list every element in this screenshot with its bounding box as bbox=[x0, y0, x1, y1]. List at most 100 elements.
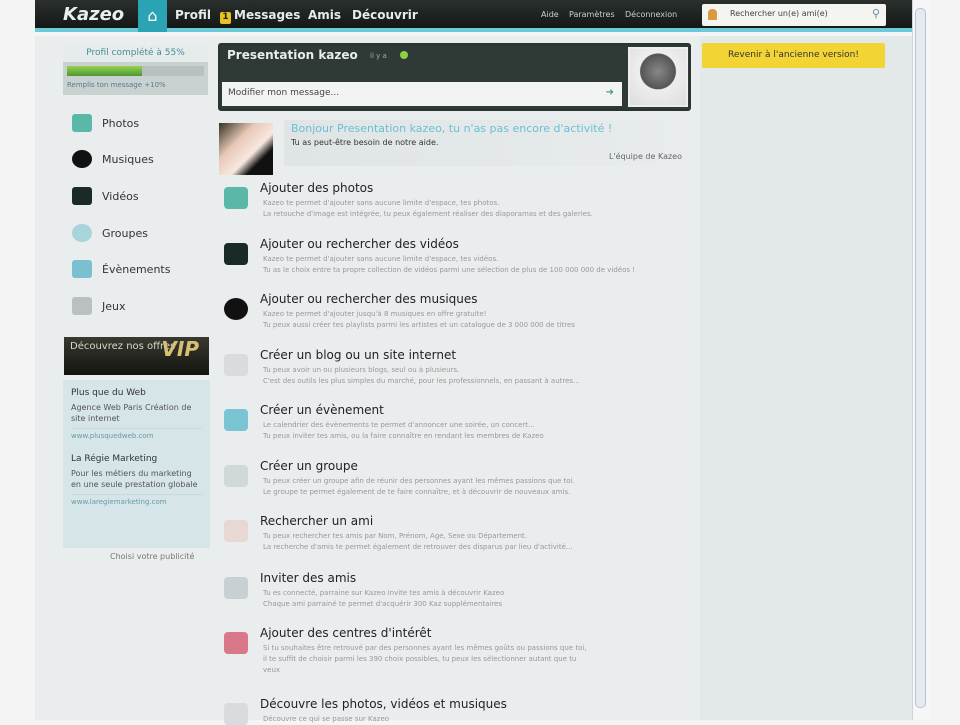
ad-url[interactable]: www.laregiemarketing.com bbox=[71, 494, 202, 506]
description-line: Kazeo te permet d'ajouter sans aucune li… bbox=[263, 199, 500, 207]
ads-footer-link[interactable]: Choisi votre publicité bbox=[110, 552, 194, 561]
description-line: La retouche d'image est intégrée, tu peu… bbox=[263, 210, 593, 218]
action-title[interactable]: Créer un évènement bbox=[260, 403, 384, 417]
sidebar-label: Groupes bbox=[102, 226, 148, 240]
discover-icon bbox=[224, 703, 248, 725]
welcome-image bbox=[219, 123, 273, 175]
sidebar-label: Vidéos bbox=[102, 189, 139, 203]
description-line: Tu peux inviter tes amis, ou la faire co… bbox=[263, 432, 544, 440]
sidebar-item-musiques[interactable]: Musiques bbox=[72, 150, 154, 168]
sidebar-item-evenements[interactable]: Évènements bbox=[72, 260, 170, 278]
sidebar-label: Jeux bbox=[102, 299, 126, 313]
action-description: Tu peux avoir un ou plusieurs blogs, seu… bbox=[263, 365, 688, 387]
message-count-badge: 1 bbox=[220, 12, 231, 24]
description-line: Chaque ami parrainé te permet d'acquérir… bbox=[263, 600, 503, 608]
action-title[interactable]: Ajouter des photos bbox=[260, 181, 373, 195]
action-description: Kazeo te permet d'ajouter sans aucune li… bbox=[263, 198, 688, 220]
ad-title[interactable]: La Régie Marketing bbox=[71, 454, 202, 464]
action-title[interactable]: Créer un blog ou un site internet bbox=[260, 348, 456, 362]
invite-icon bbox=[224, 577, 248, 599]
ad-url[interactable]: www.plusquedweb.com bbox=[71, 428, 202, 440]
photos-icon bbox=[72, 114, 92, 132]
action-title[interactable]: Créer un groupe bbox=[260, 459, 358, 473]
nav-amis[interactable]: Amis bbox=[308, 8, 341, 22]
ad-title[interactable]: Plus que du Web bbox=[71, 388, 202, 398]
description-line: Le groupe te permet également de te fair… bbox=[263, 488, 571, 496]
nav-profil[interactable]: Profil bbox=[175, 8, 211, 22]
description-line: La recherche d'amis te permet également … bbox=[263, 543, 573, 551]
user-icon bbox=[708, 9, 717, 20]
search-friend-icon bbox=[224, 520, 248, 542]
action-description: Tu peux rechercher tes amis par Nom, Pré… bbox=[263, 531, 688, 553]
nav-decouvrir[interactable]: Découvrir bbox=[352, 8, 418, 22]
offer-label: Découvrez nos offres bbox=[70, 341, 176, 352]
action-description: Si tu souhaites être retrouvé par des pe… bbox=[263, 643, 688, 676]
home-icon[interactable]: ⌂ bbox=[138, 0, 167, 32]
nav-messages-label: Messages bbox=[234, 8, 301, 22]
action-description: Le calendrier des évènements te permet d… bbox=[263, 420, 688, 442]
sidebar-label: Photos bbox=[102, 116, 140, 130]
sidebar-item-photos[interactable]: Photos bbox=[72, 114, 139, 132]
avatar[interactable] bbox=[628, 47, 688, 107]
sidebar-label: Musiques bbox=[102, 152, 154, 166]
search-icon[interactable]: ⚲ bbox=[872, 7, 880, 20]
heart-icon bbox=[224, 632, 248, 654]
ad-text: Pour les métiers du marketing en une seu… bbox=[71, 469, 198, 489]
description-line: Tu peux aussi créer tes playlists parmi … bbox=[263, 321, 575, 329]
photo-icon bbox=[224, 187, 248, 209]
submit-arrow-icon[interactable]: ➜ bbox=[606, 87, 614, 98]
online-indicator bbox=[400, 51, 408, 59]
profile-progress-fill bbox=[67, 66, 143, 76]
link-deconnexion[interactable]: Déconnexion bbox=[625, 10, 677, 19]
action-title[interactable]: Ajouter ou rechercher des musiques bbox=[260, 292, 478, 306]
status-message-input[interactable]: Modifier mon message... ➜ bbox=[222, 82, 622, 106]
welcome-title: Bonjour Presentation kazeo, tu n'as pas … bbox=[291, 122, 613, 135]
description-line: Tu as le choix entre ta propre collectio… bbox=[263, 266, 636, 274]
vip-offer-banner[interactable]: Découvrez nos offres VIP bbox=[64, 337, 209, 375]
description-line: Kazeo te permet d'ajouter sans aucune li… bbox=[263, 255, 499, 263]
welcome-subtitle: Tu as peut-être besoin de notre aide. bbox=[291, 138, 439, 147]
profile-completion[interactable]: Profil complété à 55% Remplis ton messag… bbox=[63, 45, 208, 95]
status-placeholder: Modifier mon message... bbox=[228, 88, 340, 98]
group-icon bbox=[224, 465, 248, 487]
link-aide[interactable]: Aide bbox=[541, 10, 559, 19]
action-description: Tu es connecté, parraine sur Kazeo invit… bbox=[263, 588, 688, 610]
search-input[interactable]: Rechercher un(e) ami(e) ⚲ bbox=[702, 4, 886, 26]
link-parametres[interactable]: Paramètres bbox=[569, 10, 615, 19]
sidebar-item-videos[interactable]: Vidéos bbox=[72, 187, 139, 205]
status-meta: il y a bbox=[370, 52, 387, 60]
old-version-button[interactable]: Revenir à l'ancienne version! bbox=[702, 43, 885, 68]
welcome-signature: L'équipe de Kazeo bbox=[608, 152, 682, 161]
sidebar-item-jeux[interactable]: Jeux bbox=[72, 297, 126, 315]
music-icon bbox=[72, 150, 92, 168]
welcome-box: Bonjour Presentation kazeo, tu n'as pas … bbox=[218, 120, 690, 175]
profile-bonus-text: Remplis ton message +10% bbox=[67, 81, 166, 89]
profile-progress-bar bbox=[67, 66, 204, 76]
event-icon bbox=[224, 409, 248, 431]
games-icon bbox=[72, 297, 92, 315]
user-name[interactable]: Presentation kazeo bbox=[227, 48, 358, 62]
scrollbar-thumb[interactable] bbox=[915, 8, 926, 708]
description-line: Tu es connecté, parraine sur Kazeo invit… bbox=[263, 589, 505, 597]
ads-box: Plus que du Web Agence Web Paris Créatio… bbox=[63, 380, 210, 548]
nav-messages[interactable]: 1 Messages bbox=[220, 8, 300, 24]
top-navigation-bar: Kazeo ⌂ Profil 1 Messages Amis Découvrir … bbox=[35, 0, 912, 32]
action-title[interactable]: Ajouter des centres d'intérêt bbox=[260, 626, 432, 640]
action-title[interactable]: Ajouter ou rechercher des vidéos bbox=[260, 237, 459, 251]
description-line: Si tu souhaites être retrouvé par des pe… bbox=[263, 644, 587, 652]
video-icon bbox=[224, 243, 248, 265]
action-title[interactable]: Découvre les photos, vidéos et musiques bbox=[260, 697, 507, 711]
description-line: veux bbox=[263, 666, 281, 674]
music-icon bbox=[224, 298, 248, 320]
action-title[interactable]: Inviter des amis bbox=[260, 571, 356, 585]
action-description: Kazeo te permet d'ajouter sans aucune li… bbox=[263, 254, 688, 276]
kazeo-logo[interactable]: Kazeo bbox=[63, 4, 124, 25]
right-column bbox=[700, 36, 912, 720]
profile-completion-label: Profil complété à 55% bbox=[63, 45, 208, 62]
action-description: Kazeo te permet d'ajouter jusqu'à 8 musi… bbox=[263, 309, 688, 331]
description-line: Tu peux créer un groupe afin de réunir d… bbox=[263, 477, 575, 485]
ad-text: Agence Web Paris Création de site intern… bbox=[71, 403, 192, 423]
sidebar-item-groupes[interactable]: Groupes bbox=[72, 224, 148, 242]
action-title[interactable]: Rechercher un ami bbox=[260, 514, 373, 528]
video-icon bbox=[72, 187, 92, 205]
